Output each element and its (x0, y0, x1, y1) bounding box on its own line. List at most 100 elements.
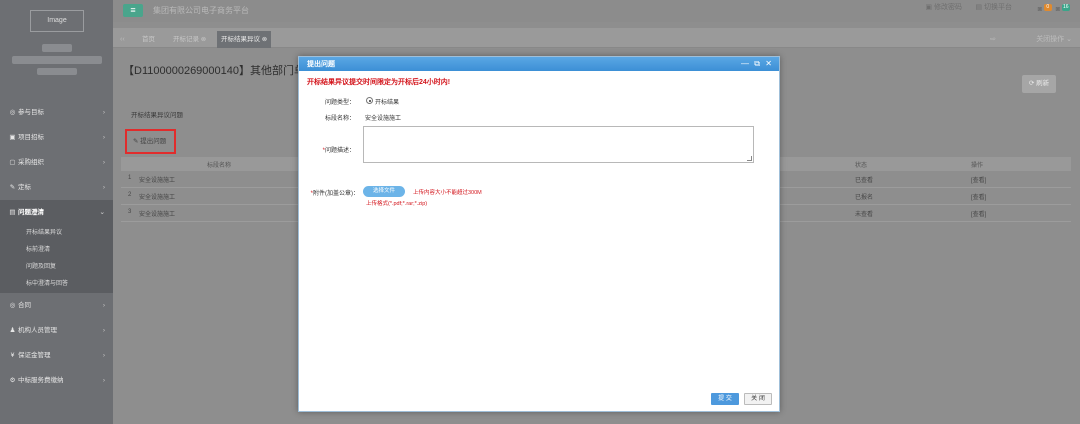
lock-icon: ▣ (925, 4, 934, 11)
user-name-blurred (41, 44, 72, 52)
user-role-blurred (36, 68, 77, 75)
chevron-right-icon: › (102, 109, 105, 116)
section-label: 开标结果异议问题 (131, 112, 183, 119)
sidebar-item-service-fee[interactable]: ⚙ 中标服务费缴纳 › (0, 368, 113, 393)
sidebar-item-label: 问题澄清 (18, 209, 44, 216)
row-section-name: 安全设施施工 (139, 178, 176, 184)
notification-badge: 0 (1043, 4, 1052, 11)
submit-button[interactable]: 提 交 (711, 393, 739, 405)
tab-bar: ‹‹ 首页 开标记录 ⊗ 开标结果异议 ⊗ ⇨ 关闭操作 ⌄ (113, 28, 1080, 48)
raise-question-button[interactable]: ✎ 提出问题 (125, 129, 176, 154)
row-view-link[interactable]: [查看] (971, 192, 986, 201)
folder-icon: ▣ (9, 134, 16, 141)
sidebar-subitem-qa[interactable]: 问题及回复 (0, 259, 113, 276)
change-password-link[interactable]: ▣ 修改密码 (925, 2, 962, 12)
list-icon: ▤ (9, 209, 16, 216)
bell-icon: ◙ (1037, 6, 1042, 13)
site-title: 集团有限公司电子商务平台 (153, 6, 249, 15)
sidebar-nav: ◎ 参与目标 › ▣ 项目招标 › ▢ 采购组织 › ✎ 定标 › ▤ 问题澄清 ⌄ 开标… (0, 100, 113, 393)
tab-scroll-forward-button[interactable]: ⇨ (990, 31, 996, 48)
file-size-hint: 上传内容大小不能超过300M (413, 190, 482, 196)
gear-icon: ⚙ (9, 377, 16, 384)
user-info-block (0, 44, 113, 75)
problem-type-value: 开标结果 (375, 100, 400, 106)
dialog-title: 提出问题 (307, 61, 335, 68)
sidebar-item-label: 项目招标 (18, 134, 44, 141)
column-header-operation: 操作 (971, 163, 984, 169)
tab-bid-record[interactable]: 开标记录 ⊗ (169, 31, 210, 48)
minimize-icon[interactable]: — (741, 58, 749, 69)
row-status: 已查看 (855, 178, 874, 184)
row-number: 1 (128, 175, 132, 181)
chevron-right-icon: › (102, 184, 105, 191)
chevron-right-icon: › (102, 377, 105, 384)
chevron-right-icon: › (102, 159, 105, 166)
file-format-hint: 上传格式(*.pdf;*.rar;*.zip) (366, 201, 428, 207)
sidebar-item-label: 中标服务费缴纳 (18, 377, 64, 384)
close-operations-dropdown[interactable]: 关闭操作 ⌄ (1036, 31, 1072, 48)
sidebar-item-label: 参与目标 (18, 109, 44, 116)
refresh-button[interactable]: ⟳ 刷新 (1022, 75, 1056, 93)
sidebar-item-project[interactable]: ▣ 项目招标 › (0, 125, 113, 150)
choose-file-button[interactable]: 选择文件 (363, 186, 405, 197)
sidebar-item-org-staff[interactable]: ♟ 机构人员管理 › (0, 318, 113, 343)
notification-bell-button[interactable]: ◙ 0 (1037, 4, 1052, 13)
time-limit-notice: 开标结果异议提交时间限定为开标后24小时内! (307, 79, 451, 86)
tab-scroll-back-button[interactable]: ‹‹ (120, 31, 125, 48)
sidebar-subitem-bid-objection[interactable]: 开标结果异议 (0, 225, 113, 242)
user-org-blurred (11, 56, 102, 64)
tab-home[interactable]: 首页 (138, 31, 159, 48)
target-icon: ◎ (9, 302, 16, 309)
row-status: 未查看 (855, 212, 874, 218)
problem-description-textarea[interactable] (363, 126, 754, 163)
sidebar-submenu: 开标结果异议 标前澄清 问题及回复 标中澄清与回答 (0, 225, 113, 293)
sidebar-item-clarification[interactable]: ▤ 问题澄清 ⌄ (0, 200, 113, 225)
row-number: 3 (128, 209, 132, 215)
section-name-value: 安全设施施工 (365, 116, 402, 122)
close-icon[interactable]: ✕ (765, 58, 772, 69)
sidebar-item-contract[interactable]: ◎ 合同 › (0, 293, 113, 318)
sidebar: Image ◎ 参与目标 › ▣ 项目招标 › ▢ 采购组织 › ✎ 定标 › ▤ 问题澄… (0, 0, 113, 424)
message-button[interactable]: ◙ 16 (1056, 4, 1070, 13)
problem-type-radio[interactable] (366, 97, 373, 104)
chevron-right-icon: › (102, 327, 105, 334)
row-number: 2 (128, 192, 132, 198)
chevron-down-icon: ⌄ (99, 209, 105, 216)
tab-bid-objection[interactable]: 开标结果异议 ⊗ (217, 31, 272, 48)
person-icon: ♟ (9, 327, 16, 334)
sidebar-item-label: 保证金管理 (18, 352, 51, 359)
row-status: 已报名 (855, 195, 874, 201)
switch-platform-link[interactable]: ▤ 切换平台 (975, 2, 1012, 12)
row-section-name: 安全设施施工 (139, 195, 176, 201)
column-header-status: 状态 (855, 163, 868, 169)
maximize-icon[interactable]: ⧉ (754, 58, 760, 69)
sidebar-item-label: 机构人员管理 (18, 327, 57, 334)
chevron-right-icon: › (102, 302, 105, 309)
chevron-right-icon: › (102, 352, 105, 359)
sidebar-item-participate[interactable]: ◎ 参与目标 › (0, 100, 113, 125)
switch-icon: ▤ (975, 4, 984, 11)
sidebar-item-label: 合同 (18, 302, 31, 309)
problem-type-label: 问题类型： (324, 100, 355, 106)
top-header: ≡ 集团有限公司电子商务平台 ▣ 修改密码 ▤ 切换平台 ◙ 0 ◙ 16 (113, 0, 1080, 22)
yen-icon: ¥ (10, 352, 15, 359)
sidebar-item-procurement[interactable]: ▢ 采购组织 › (0, 150, 113, 175)
row-view-link[interactable]: [查看] (971, 209, 986, 218)
message-badge: 16 (1061, 4, 1070, 11)
chevron-right-icon: › (102, 134, 105, 141)
problem-description-label: *问题描述： (322, 148, 355, 154)
box-icon: ▢ (9, 159, 16, 166)
close-button[interactable]: 关 闭 (744, 393, 772, 405)
target-icon: ◎ (9, 109, 16, 116)
sidebar-item-label: 定标 (18, 184, 31, 191)
row-view-link[interactable]: [查看] (971, 175, 986, 184)
attachment-label: *附件(加盖公章)： (310, 191, 359, 197)
sidebar-item-deposit[interactable]: ¥ 保证金管理 › (0, 343, 113, 368)
pen-icon: ✎ (9, 184, 16, 191)
column-header-section-name: 标段名称 (207, 163, 232, 169)
menu-toggle-button[interactable]: ≡ (123, 4, 143, 17)
sidebar-subitem-pre-bid-clarify[interactable]: 标前澄清 (0, 242, 113, 259)
sidebar-item-award[interactable]: ✎ 定标 › (0, 175, 113, 200)
sidebar-subitem-mid-bid-clarify[interactable]: 标中澄清与回答 (0, 276, 113, 293)
page-title: 【D1100000269000140】其他部门单个 (123, 65, 317, 77)
